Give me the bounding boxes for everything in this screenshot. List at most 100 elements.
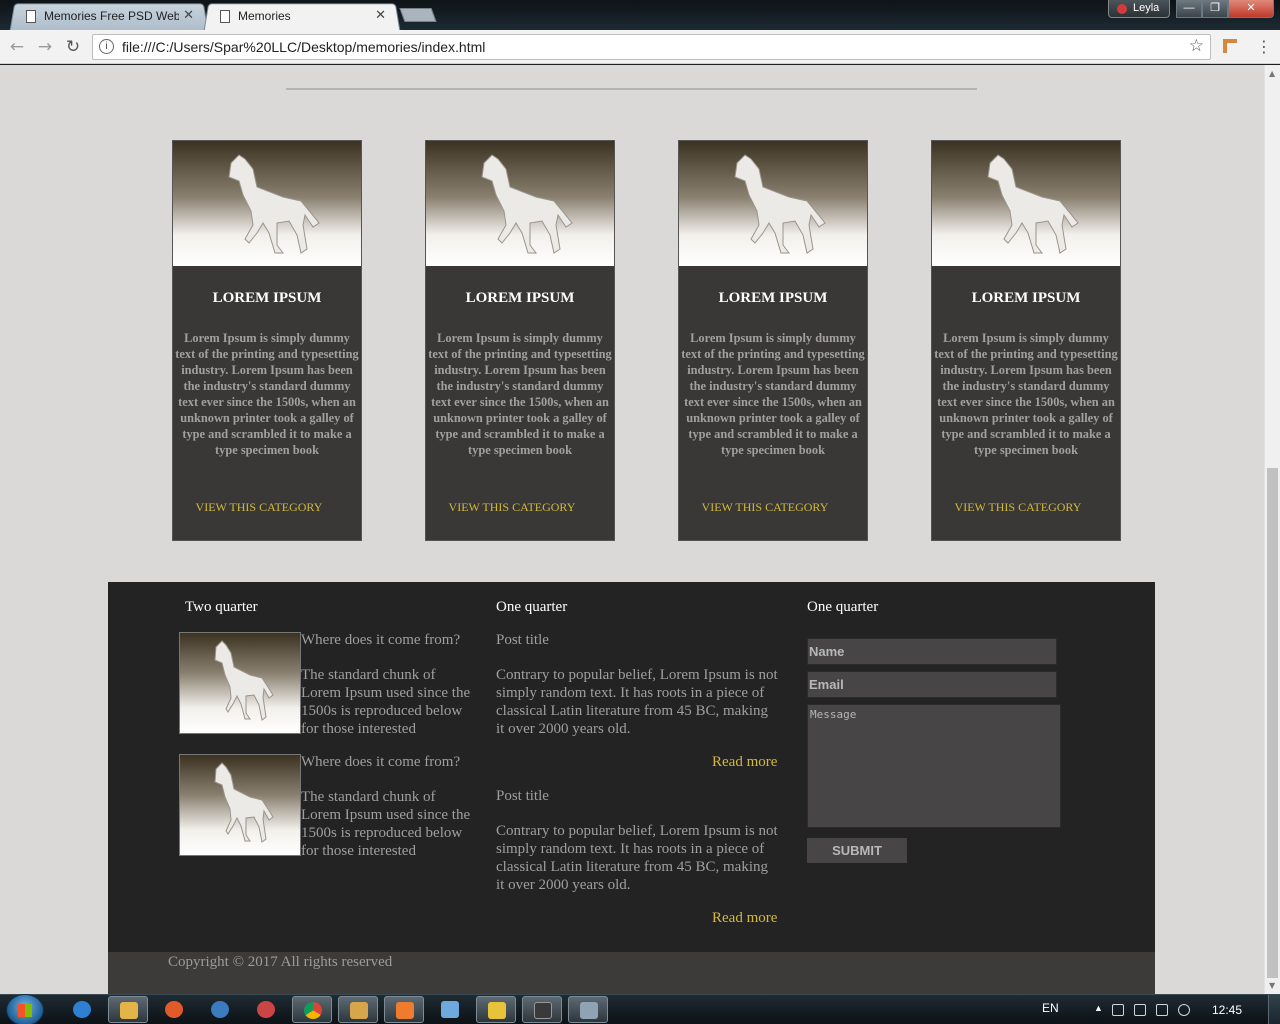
xampp-icon [396, 1002, 414, 1019]
app-taskbar-button[interactable] [430, 996, 470, 1023]
card-title: LOREM IPSUM [971, 290, 1081, 306]
view-category-link[interactable]: VIEW THIS CATEGORY [679, 500, 851, 515]
language-indicator[interactable]: EN [1042, 1001, 1059, 1015]
browser-toolbar: ← → ↻ i file:///C:/Users/Spar%20LLC/Desk… [0, 30, 1280, 64]
post-thumbnail[interactable] [179, 754, 301, 856]
explorer-taskbar-button[interactable] [108, 996, 148, 1023]
app-taskbar-button[interactable] [476, 996, 516, 1023]
chrome-icon [304, 1002, 322, 1019]
card-title: LOREM IPSUM [718, 290, 828, 306]
app-icon [534, 1002, 552, 1019]
category-card: LOREM IPSUM Lorem Ipsum is simply dummy … [172, 140, 362, 541]
close-window-button[interactable]: ✕ [1228, 0, 1274, 18]
info-icon[interactable]: i [99, 39, 114, 54]
ie-taskbar-button[interactable] [62, 996, 102, 1023]
card-title: LOREM IPSUM [212, 290, 322, 306]
url-text: file:///C:/Users/Spar%20LLC/Desktop/memo… [122, 39, 486, 55]
card-text: Lorem Ipsum is simply dummy text of the … [428, 331, 612, 457]
app-icon [441, 1001, 459, 1018]
minimize-button[interactable]: — [1176, 0, 1202, 18]
network-icon[interactable] [1156, 1004, 1168, 1016]
divider [286, 88, 977, 90]
footer-col3-title: One quarter [807, 599, 879, 615]
view-category-link[interactable]: VIEW THIS CATEGORY [426, 500, 598, 515]
window-controls: Leyla — ❐ ✕ [1108, 0, 1274, 18]
xampp-taskbar-button[interactable] [384, 996, 424, 1023]
close-tab-icon[interactable]: ✕ [183, 7, 194, 23]
post-excerpt: Contrary to popular belief, Lorem Ipsum … [496, 823, 778, 893]
new-tab-button[interactable] [399, 8, 437, 22]
app-icon [211, 1001, 229, 1018]
windows-logo-icon [18, 1004, 32, 1017]
page-icon [220, 10, 230, 23]
tab-title: Memories [238, 9, 291, 23]
tray-expand-icon[interactable]: ▲ [1094, 1003, 1106, 1015]
site-footer: Two quarter One quarter One quarter Wher… [108, 582, 1155, 952]
card-title: LOREM IPSUM [465, 290, 575, 306]
page-viewport: LOREM IPSUM Lorem Ipsum is simply dummy … [0, 65, 1264, 994]
post-heading[interactable]: Where does it come from? [301, 632, 460, 649]
app-icon [488, 1002, 506, 1019]
view-category-link[interactable]: VIEW THIS CATEGORY [932, 500, 1104, 515]
maximize-button[interactable]: ❐ [1202, 0, 1228, 18]
app-taskbar-button[interactable] [246, 996, 286, 1023]
reload-icon[interactable]: ↻ [62, 36, 84, 58]
ie-icon [73, 1001, 91, 1018]
back-arrow-icon[interactable]: ← [6, 36, 28, 58]
post-excerpt: Contrary to popular belief, Lorem Ipsum … [496, 667, 778, 737]
copyright-bar: Copyright © 2017 All rights reserved [108, 952, 1155, 994]
app-taskbar-button[interactable] [568, 996, 608, 1023]
email-field[interactable]: Email [807, 671, 1057, 698]
page-icon [26, 10, 36, 23]
menu-icon[interactable]: ⋮ [1256, 36, 1272, 58]
footer-col1-title: Two quarter [185, 599, 258, 615]
scroll-up-icon[interactable]: ▲ [1269, 69, 1275, 78]
post-text: The standard chunk of Lorem Ipsum used s… [301, 789, 471, 859]
tab-memories[interactable]: Memories ✕ [203, 3, 401, 31]
name-field[interactable]: Name [807, 638, 1057, 665]
category-card: LOREM IPSUM Lorem Ipsum is simply dummy … [425, 140, 615, 541]
read-more-link[interactable]: Read more [712, 910, 777, 927]
card-text: Lorem Ipsum is simply dummy text of the … [681, 331, 865, 457]
read-more-link[interactable]: Read more [712, 754, 777, 771]
close-tab-icon[interactable]: ✕ [375, 7, 386, 23]
app-taskbar-button[interactable] [338, 996, 378, 1023]
view-category-link[interactable]: VIEW THIS CATEGORY [173, 500, 345, 515]
start-button[interactable] [6, 994, 44, 1024]
vertical-scrollbar[interactable]: ▲ ▼ [1264, 65, 1280, 994]
horse-image [932, 141, 1120, 266]
profile-button[interactable]: Leyla [1108, 0, 1170, 18]
forward-arrow-icon[interactable]: → [34, 36, 56, 58]
bookmark-star-icon[interactable]: ☆ [1189, 36, 1204, 56]
post-heading[interactable]: Where does it come from? [301, 754, 460, 771]
submit-button[interactable]: SUBMIT [807, 838, 907, 863]
category-card: LOREM IPSUM Lorem Ipsum is simply dummy … [931, 140, 1121, 541]
volume-icon[interactable] [1178, 1004, 1190, 1016]
post-title[interactable]: Post title [496, 788, 549, 805]
windows-taskbar: EN ▲ 12:45 [0, 994, 1280, 1024]
app-taskbar-button[interactable] [200, 996, 240, 1023]
extension-icon[interactable] [1223, 39, 1237, 53]
footer-col2-title: One quarter [496, 599, 568, 615]
clock[interactable]: 12:45 [1212, 1003, 1242, 1017]
tab-memories-psd[interactable]: Memories Free PSD Web ✕ [9, 3, 209, 31]
copyright-text: Copyright © 2017 All rights reserved [168, 954, 393, 970]
app-taskbar-button[interactable] [522, 996, 562, 1023]
card-text: Lorem Ipsum is simply dummy text of the … [175, 331, 359, 457]
scroll-thumb[interactable] [1267, 468, 1278, 978]
action-center-icon[interactable] [1112, 1004, 1124, 1016]
message-field[interactable]: Message [807, 704, 1061, 828]
address-bar[interactable]: i file:///C:/Users/Spar%20LLC/Desktop/me… [92, 34, 1211, 60]
scroll-down-icon[interactable]: ▼ [1269, 981, 1275, 990]
app-icon [165, 1001, 183, 1018]
post-text: The standard chunk of Lorem Ipsum used s… [301, 667, 471, 737]
show-desktop-button[interactable] [1268, 995, 1280, 1024]
post-title[interactable]: Post title [496, 632, 549, 649]
chrome-taskbar-button[interactable] [292, 996, 332, 1023]
app-icon [350, 1002, 368, 1019]
folder-icon [120, 1002, 138, 1019]
post-thumbnail[interactable] [179, 632, 301, 734]
tray-app-icon[interactable] [1134, 1004, 1146, 1016]
user-icon [1117, 4, 1127, 14]
app-taskbar-button[interactable] [154, 996, 194, 1023]
